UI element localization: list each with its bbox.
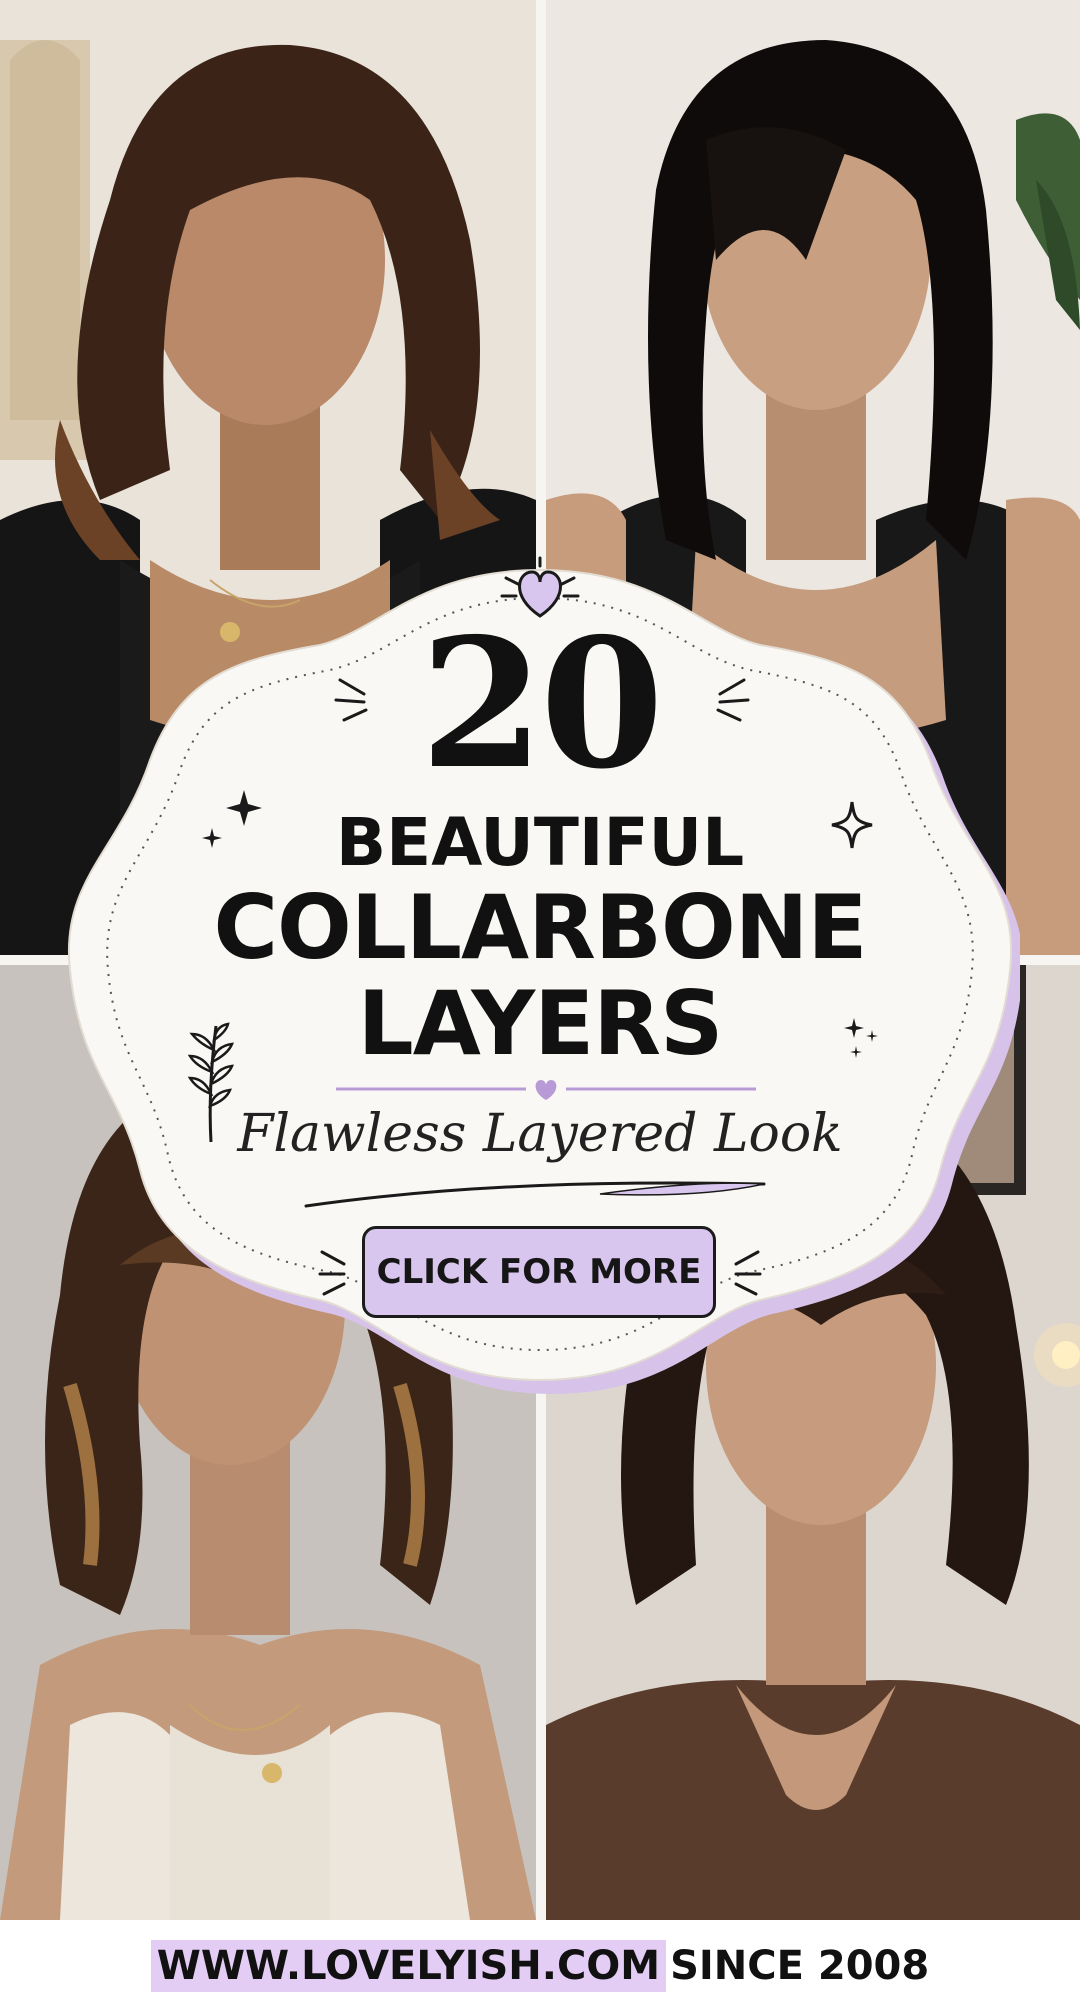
footer-since-text: SINCE 2008 bbox=[670, 1942, 930, 1989]
subtitle: Flawless Layered Look bbox=[237, 1104, 843, 1164]
title-count: 20 bbox=[420, 599, 664, 808]
footer-url-link[interactable]: WWW.LOVELYISH.COM bbox=[150, 1939, 667, 1992]
title-line-1: BEAUTIFUL bbox=[335, 804, 745, 881]
cta-burst-right-icon bbox=[734, 1250, 762, 1296]
title-line-2: COLLARBONE bbox=[213, 876, 867, 979]
title-line-3: LAYERS bbox=[357, 972, 724, 1075]
click-for-more-button[interactable]: CLICK FOR MORE bbox=[362, 1226, 716, 1318]
cta-burst-left-icon bbox=[318, 1250, 346, 1296]
footer: WWW.LOVELYISH.COM SINCE 2008 bbox=[0, 1920, 1080, 2011]
swoosh-underline bbox=[304, 1181, 766, 1208]
heart-divider bbox=[336, 1080, 756, 1100]
